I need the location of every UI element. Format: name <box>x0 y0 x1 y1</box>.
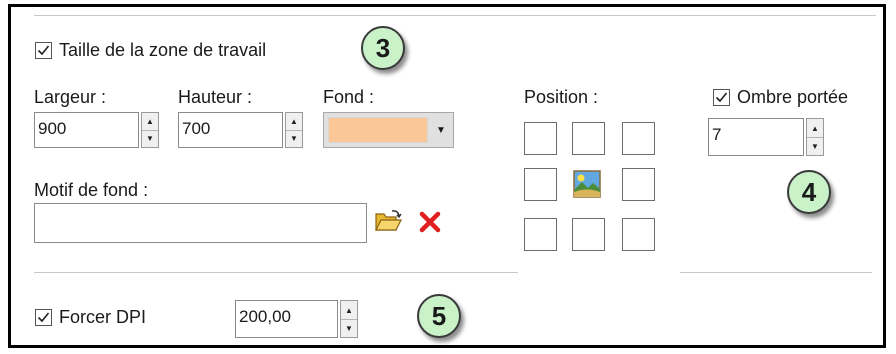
dpi-checkbox[interactable] <box>35 309 52 326</box>
badge-3: 3 <box>361 26 405 70</box>
work-area-checkbox[interactable] <box>35 42 52 59</box>
position-bottom-right[interactable] <box>622 218 655 251</box>
dpi-stepper[interactable]: ▲ ▼ <box>340 300 358 338</box>
position-top-center[interactable] <box>572 122 605 155</box>
width-stepper[interactable]: ▲ ▼ <box>141 112 159 148</box>
checkmark-icon <box>37 45 50 56</box>
dpi-input[interactable]: 200,00 <box>235 300 338 338</box>
open-folder-icon[interactable] <box>374 208 402 234</box>
position-label: Position : <box>524 87 599 107</box>
checkmark-icon <box>715 92 728 103</box>
dropdown-arrow-icon[interactable]: ▼ <box>431 117 451 143</box>
height-label: Hauteur : <box>178 87 253 107</box>
delete-icon[interactable] <box>418 210 442 234</box>
position-top-right[interactable] <box>622 122 655 155</box>
checkmark-icon <box>37 312 50 323</box>
badge-4: 4 <box>787 170 831 214</box>
spin-down-icon[interactable]: ▼ <box>807 137 823 155</box>
color-swatch <box>328 117 428 143</box>
height-input[interactable]: 700 <box>178 112 283 148</box>
spin-down-icon[interactable]: ▼ <box>142 130 158 147</box>
background-label: Fond : <box>323 87 375 107</box>
work-area-label: Taille de la zone de travail <box>59 40 267 60</box>
position-top-left[interactable] <box>524 122 557 155</box>
pattern-input[interactable] <box>34 203 367 243</box>
spin-up-icon[interactable]: ▲ <box>286 113 302 131</box>
position-bottom-left[interactable] <box>524 218 557 251</box>
dpi-label: Forcer DPI <box>59 307 147 327</box>
width-label: Largeur : <box>34 87 107 107</box>
spin-down-icon[interactable]: ▼ <box>286 130 302 147</box>
right-bottom-separator <box>680 272 872 273</box>
landscape-image-icon <box>573 170 601 198</box>
position-middle-left[interactable] <box>524 168 557 201</box>
shadow-checkbox[interactable] <box>713 89 730 106</box>
top-separator <box>34 15 876 16</box>
shadow-label: Ombre portée <box>737 87 849 107</box>
spin-up-icon[interactable]: ▲ <box>341 301 357 320</box>
background-color-picker[interactable]: ▼ <box>323 112 454 148</box>
height-stepper[interactable]: ▲ ▼ <box>285 112 303 148</box>
position-middle-right[interactable] <box>622 168 655 201</box>
left-bottom-separator <box>34 272 518 273</box>
position-center[interactable] <box>573 170 601 198</box>
spin-up-icon[interactable]: ▲ <box>142 113 158 131</box>
spin-down-icon[interactable]: ▼ <box>341 319 357 337</box>
shadow-input[interactable]: 7 <box>708 118 804 156</box>
pattern-label: Motif de fond : <box>34 180 149 200</box>
width-input[interactable]: 900 <box>34 112 139 148</box>
position-bottom-center[interactable] <box>572 218 605 251</box>
badge-5: 5 <box>417 294 461 338</box>
spin-up-icon[interactable]: ▲ <box>807 119 823 138</box>
shadow-stepper[interactable]: ▲ ▼ <box>806 118 824 156</box>
